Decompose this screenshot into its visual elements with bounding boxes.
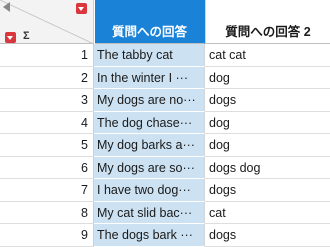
sigma-icon[interactable]: Σ	[23, 30, 30, 42]
table-row[interactable]: 2 In the winter I ··· dog	[0, 66, 330, 89]
table-row[interactable]: 3 My dogs are no··· dogs	[0, 89, 330, 112]
row-number[interactable]: 8	[0, 201, 94, 224]
table-cell[interactable]: dog	[205, 112, 330, 134]
table-row[interactable]: 9 The dogs bark ··· dogs	[0, 224, 330, 247]
table-cell-selected[interactable]: My dogs are no···	[94, 89, 205, 112]
table-cell[interactable]: cat	[205, 202, 330, 224]
table-cell[interactable]: dogs	[205, 179, 330, 202]
table-cell-selected[interactable]: The tabby cat	[94, 44, 205, 67]
table-cell[interactable]: dogs dog	[205, 157, 330, 179]
table-cell-selected[interactable]: My dogs are so···	[94, 156, 205, 179]
table-cell[interactable]: dog	[205, 67, 330, 89]
table-cell-selected[interactable]: My dog barks a···	[94, 134, 205, 157]
data-table: Σ 質問への回答 質問への回答 2 1 The tabby cat cat ca…	[0, 0, 330, 247]
table-cell[interactable]: dogs	[205, 224, 330, 247]
table-body: 1 The tabby cat cat cat 2 In the winter …	[0, 44, 330, 247]
table-cell-selected[interactable]: The dogs bark ···	[94, 224, 205, 247]
table-corner-cell: Σ	[0, 0, 94, 44]
table-row[interactable]: 6 My dogs are so··· dogs dog	[0, 156, 330, 179]
row-number[interactable]: 5	[0, 134, 94, 157]
row-number[interactable]: 6	[0, 156, 94, 179]
table-cell-selected[interactable]: The dog chase···	[94, 111, 205, 134]
table-row[interactable]: 5 My dog barks a··· dog	[0, 134, 330, 157]
column-header-2[interactable]: 質問への回答 2	[205, 0, 330, 44]
column-header-selected[interactable]: 質問への回答	[95, 0, 205, 44]
table-cell-selected[interactable]: My cat slid bac···	[94, 201, 205, 224]
column-menu-icon[interactable]	[76, 3, 87, 14]
row-number[interactable]: 7	[0, 179, 94, 202]
table-row[interactable]: 8 My cat slid bac··· cat	[0, 201, 330, 224]
table-cell[interactable]: cat cat	[205, 44, 330, 67]
table-row[interactable]: 7 I have two dog··· dogs	[0, 179, 330, 202]
left-arrow-icon[interactable]	[3, 2, 10, 12]
table-cell-selected[interactable]: I have two dog···	[94, 179, 205, 202]
row-number[interactable]: 1	[0, 44, 94, 67]
table-cell[interactable]: dogs	[205, 89, 330, 112]
row-menu-icon[interactable]	[5, 32, 16, 43]
table-row[interactable]: 4 The dog chase··· dog	[0, 111, 330, 134]
table-cell-selected[interactable]: In the winter I ···	[94, 66, 205, 89]
row-number[interactable]: 9	[0, 224, 94, 247]
row-number[interactable]: 4	[0, 111, 94, 134]
row-number[interactable]: 2	[0, 66, 94, 89]
table-row[interactable]: 1 The tabby cat cat cat	[0, 44, 330, 67]
table-cell[interactable]: dog	[205, 134, 330, 157]
row-number[interactable]: 3	[0, 89, 94, 112]
